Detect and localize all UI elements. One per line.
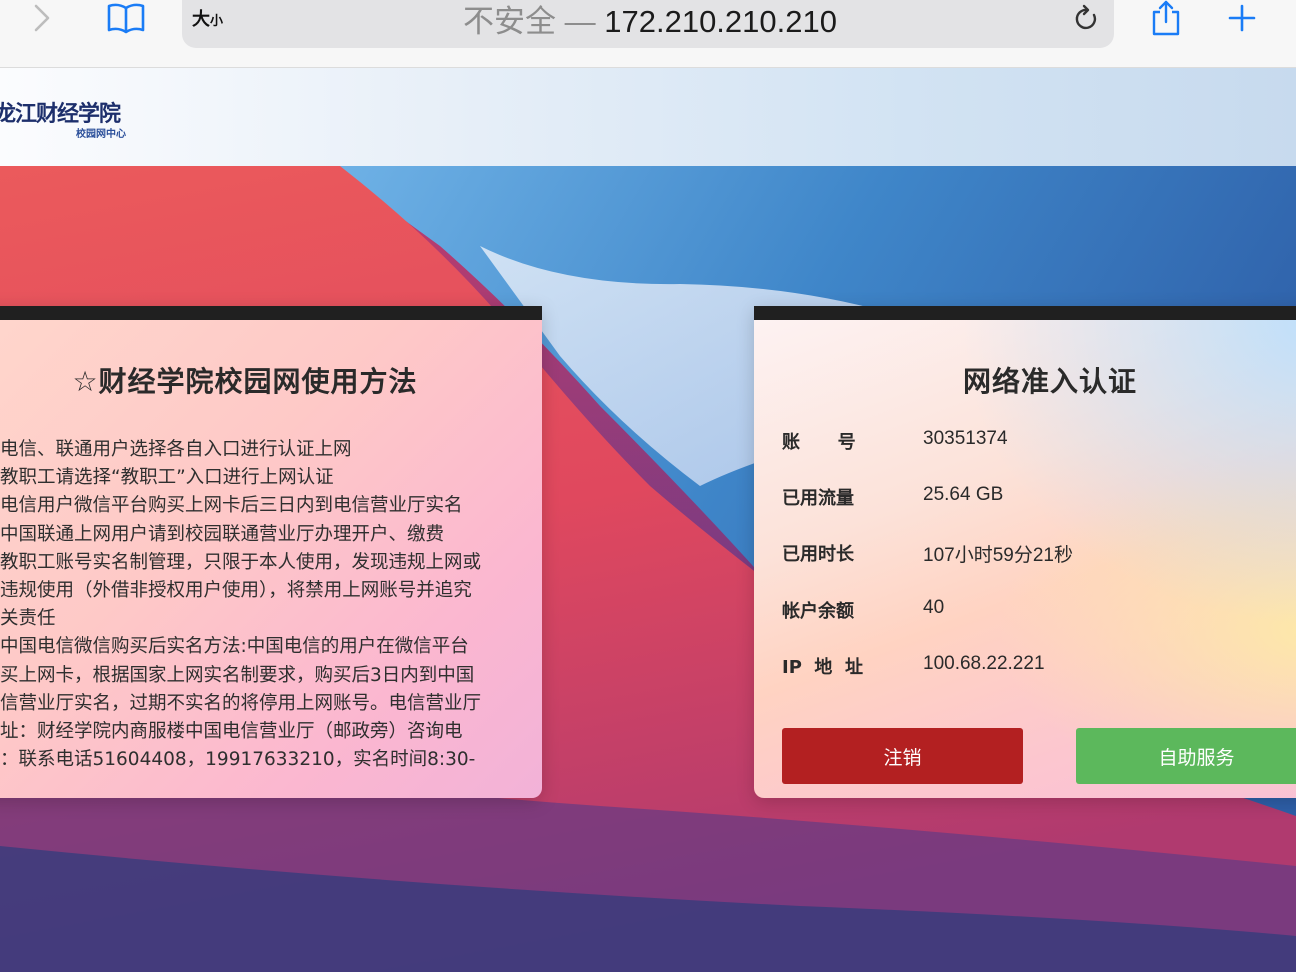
logout-button[interactable]: 注销 bbox=[782, 728, 1023, 784]
notice-line: 中国电信微信购买后实名方法:中国电信的用户在微信平台 bbox=[0, 636, 469, 658]
url-insecure-label: 不安全 — bbox=[463, 4, 605, 39]
notice-line: ：联系电话51604408，19917633210，实名时间8:30- bbox=[0, 749, 476, 771]
reload-button[interactable] bbox=[1064, 0, 1108, 36]
self-service-button[interactable]: 自助服务 bbox=[1076, 728, 1296, 784]
balance-label: 帐户余额 bbox=[782, 601, 854, 622]
plus-icon bbox=[1228, 4, 1256, 32]
used-time-row: 已用时长 107小时59分21秒 bbox=[782, 540, 1282, 570]
used-traffic-value: 25.64 GB bbox=[923, 484, 1004, 505]
notice-line: 违规使用（外借非授权用户使用），将禁用上网账号并追究 bbox=[0, 580, 472, 602]
usage-notice-panel: ☆财经学院校园网使用方法 电信、联通用户选择各自入口进行认证上网 教职工请选择“… bbox=[0, 306, 542, 798]
used-traffic-label: 已用流量 bbox=[782, 488, 854, 509]
network-auth-panel: 网络准入认证 账 号 30351374 已用流量 25.64 GB 已用时长 1… bbox=[754, 306, 1296, 798]
balance-row: 帐户余额 40 bbox=[782, 597, 1282, 627]
reload-icon bbox=[1075, 4, 1097, 30]
notice-list: 电信、联通用户选择各自入口进行认证上网 教职工请选择“教职工”入口进行上网认证 … bbox=[0, 436, 520, 774]
chevron-right-icon bbox=[34, 4, 50, 32]
url-host: 172.210.210.210 bbox=[604, 4, 837, 39]
account-value: 30351374 bbox=[923, 428, 1008, 449]
used-time-label: 已用时长 bbox=[782, 544, 854, 565]
site-header: 龙江财经学院 校园网中心 bbox=[0, 68, 1296, 166]
notice-line: 址：财经学院内商服楼中国电信营业厅（邮政旁）咨询电 bbox=[0, 721, 463, 743]
school-subtitle: 校园网中心 bbox=[76, 129, 126, 140]
notice-line: 中国联通上网用户请到校园联通营业厅办理开户、缴费 bbox=[0, 523, 445, 545]
notice-title: ☆财经学院校园网使用方法 bbox=[72, 365, 418, 398]
notice-line: 教职工请选择“教职工”入口进行上网认证 bbox=[0, 467, 334, 489]
ip-address-value: 100.68.22.221 bbox=[923, 653, 1045, 674]
book-icon bbox=[107, 3, 145, 34]
account-label: 账 号 bbox=[782, 432, 856, 453]
text-size-button[interactable]: 大小 bbox=[192, 5, 224, 30]
notice-line: 电信、联通用户选择各自入口进行认证上网 bbox=[0, 439, 352, 460]
share-icon bbox=[1152, 0, 1180, 36]
notice-line: 电信用户微信平台购买上网卡后三日内到电信营业厅实名 bbox=[0, 495, 463, 517]
share-button[interactable] bbox=[1144, 0, 1188, 36]
used-traffic-row: 已用流量 25.64 GB bbox=[782, 484, 1282, 514]
school-name: 龙江财经学院 bbox=[0, 102, 121, 127]
ip-address-label: IP 地 址 bbox=[782, 657, 863, 678]
browser-toolbar: 大小 不安全 — 172.210.210.210 bbox=[0, 0, 1296, 68]
ip-address-row: IP 地 址 100.68.22.221 bbox=[782, 653, 1282, 683]
notice-line: 教职工账号实名制管理，只限于本人使用，发现违规上网或 bbox=[0, 551, 482, 573]
account-row: 账 号 30351374 bbox=[782, 428, 1282, 458]
auth-title: 网络准入认证 bbox=[962, 365, 1137, 398]
notice-line: 买上网卡，根据国家上网实名制要求，购买后3日内到中国 bbox=[0, 664, 475, 686]
notice-line: 关责任 bbox=[0, 608, 56, 630]
bookmarks-button[interactable] bbox=[104, 0, 148, 36]
text-size-large-label: 大 bbox=[192, 9, 210, 30]
notice-line: 信营业厅实名，过期不实名的将停用上网账号。电信营业厅 bbox=[0, 692, 482, 714]
url-display[interactable]: 不安全 — 172.210.210.210 bbox=[400, 0, 900, 41]
text-size-small-label: 小 bbox=[210, 14, 224, 29]
balance-value: 40 bbox=[923, 597, 945, 618]
used-time-value: 107小时59分21秒 bbox=[923, 545, 1073, 566]
new-tab-button[interactable] bbox=[1220, 0, 1264, 36]
forward-button[interactable] bbox=[20, 0, 64, 36]
